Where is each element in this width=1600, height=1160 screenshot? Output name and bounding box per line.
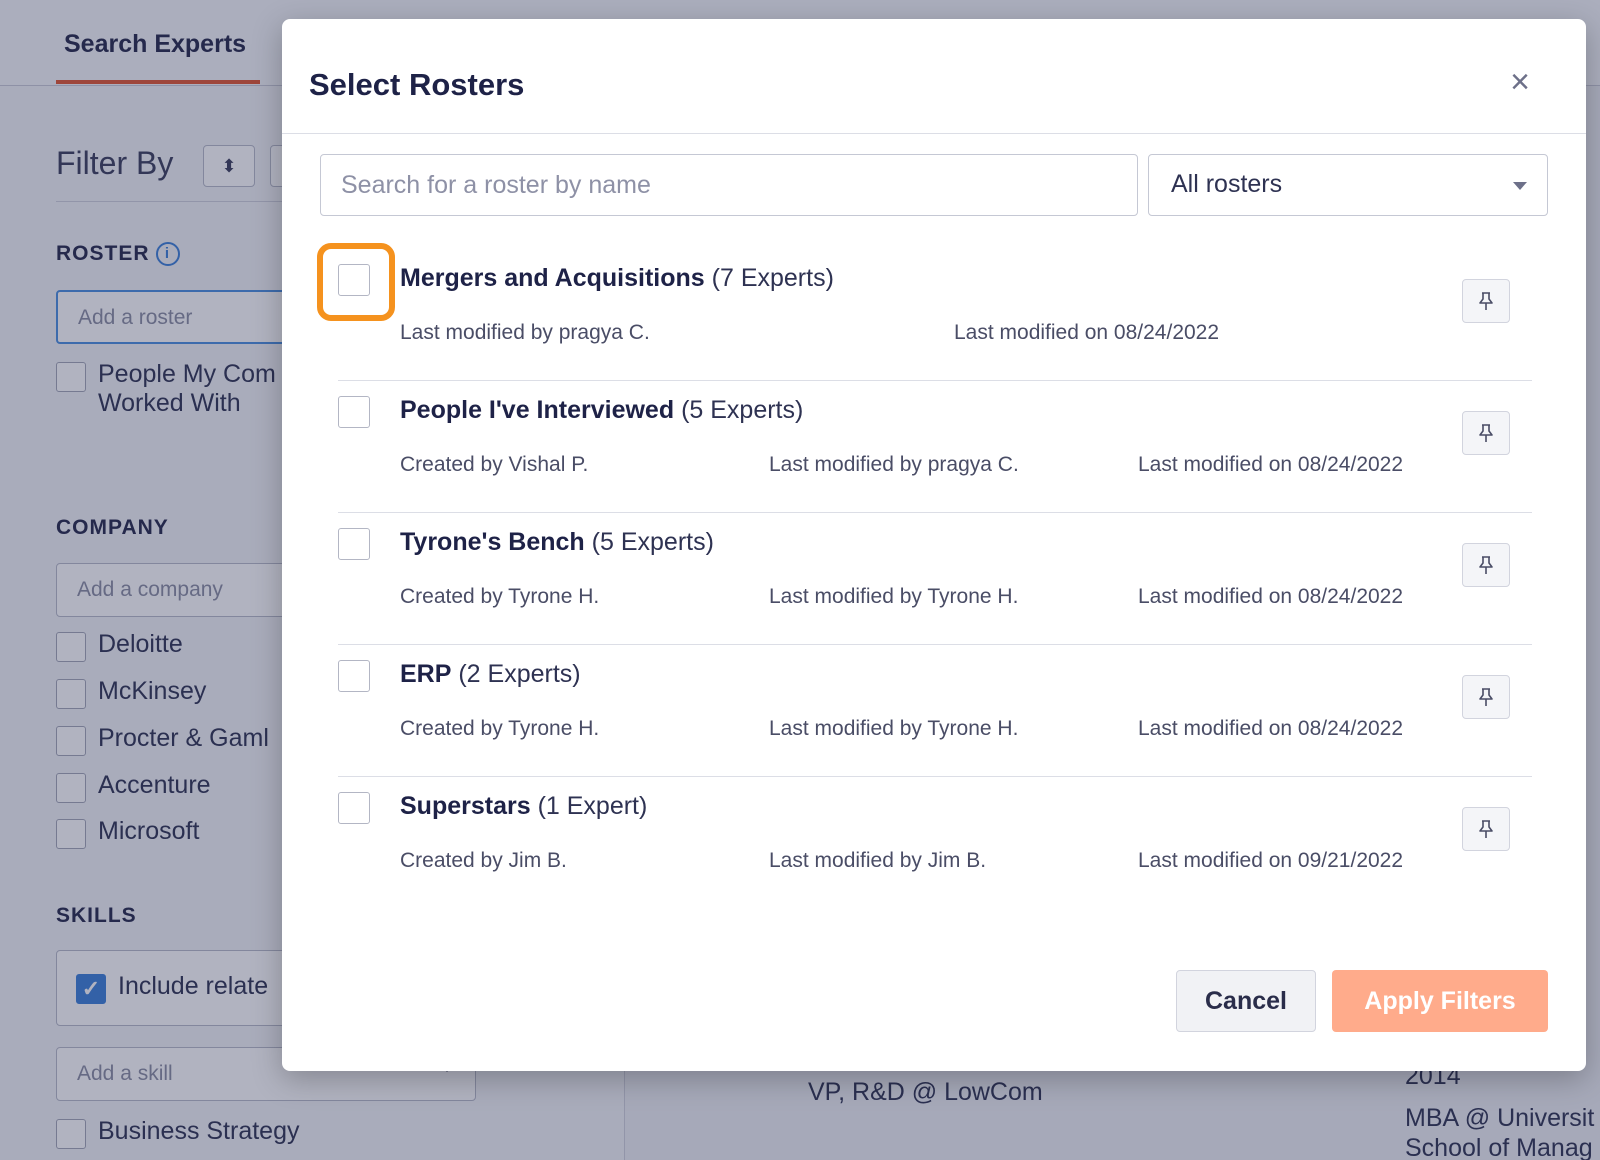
modal-header-divider [282,133,1586,134]
roster-search-input[interactable] [320,154,1138,216]
roster-name-text: Tyrone's Bench [400,528,585,556]
pin-button[interactable] [1462,279,1510,323]
roster-filter-value: All rosters [1171,170,1283,198]
pin-icon [1479,688,1493,706]
roster-count: (7 Experts) [711,264,834,292]
roster-last-modified-on: Last modified on 09/21/2022 [1138,849,1404,872]
select-rosters-modal: Select Rosters × All rosters Mergers and… [282,19,1586,1071]
roster-name: Mergers and Acquisitions (7 Experts) [400,264,834,293]
roster-last-modified-on: Last modified on 08/24/2022 [1138,717,1404,740]
roster-count: (5 Experts) [681,396,804,424]
pin-icon [1479,292,1493,310]
roster-filter-select[interactable]: All rosters [1148,154,1548,216]
close-icon[interactable]: × [1502,65,1538,101]
roster-name: ERP (2 Experts) [400,660,581,689]
apply-filters-button[interactable]: Apply Filters [1332,970,1548,1032]
roster-name-text: ERP [400,660,452,688]
roster-created-by: Created by Tyrone H. [400,717,600,740]
pin-button[interactable] [1462,675,1510,719]
roster-name: Tyrone's Bench (5 Experts) [400,528,714,557]
caret-down-icon [1513,182,1527,190]
roster-last-modified-on: Last modified on 08/24/2022 [1138,453,1404,476]
roster-last-modified-on: Last modified on 08/24/2022 [1138,585,1404,608]
pin-button[interactable] [1462,411,1510,455]
cancel-button[interactable]: Cancel [1176,970,1316,1032]
roster-last-modified-by: Last modified by Tyrone H. [769,585,1019,608]
roster-name-text: People I've Interviewed [400,396,675,424]
pin-button[interactable] [1462,543,1510,587]
roster-count: (1 Expert) [537,792,648,820]
roster-name: Superstars (1 Expert) [400,792,647,821]
pin-icon [1479,556,1493,574]
roster-count: (2 Experts) [458,660,581,688]
pin-icon [1479,424,1493,442]
roster-item: Mergers and Acquisitions (7 Experts) Las… [317,243,1532,381]
roster-last-modified-by: Last modified by pragya C. [400,321,650,344]
modal-title: Select Rosters [309,67,525,102]
roster-name: People I've Interviewed (5 Experts) [400,396,803,425]
roster-created-by: Created by Tyrone H. [400,585,600,608]
pin-icon [1479,820,1493,838]
roster-name-text: Mergers and Acquisitions [400,264,705,292]
roster-item: Superstars (1 Expert) Created by Jim B. … [338,777,1532,909]
roster-item: People I've Interviewed (5 Experts) Crea… [338,381,1532,513]
roster-checkbox[interactable] [338,528,370,560]
roster-count: (5 Experts) [591,528,714,556]
roster-checkbox[interactable] [338,660,370,692]
roster-checkbox[interactable] [338,396,370,428]
roster-checkbox[interactable] [338,264,370,296]
roster-last-modified-by: Last modified by Tyrone H. [769,717,1019,740]
roster-checkbox[interactable] [338,792,370,824]
roster-last-modified-by: Last modified by Jim B. [769,849,987,872]
pin-button[interactable] [1462,807,1510,851]
roster-created-by: Created by Vishal P. [400,453,589,476]
roster-last-modified-by: Last modified by pragya C. [769,453,1019,476]
roster-item: Tyrone's Bench (5 Experts) Created by Ty… [338,513,1532,645]
roster-item: ERP (2 Experts) Created by Tyrone H. Las… [338,645,1532,777]
roster-name-text: Superstars [400,792,531,820]
roster-last-modified-on: Last modified on 08/24/2022 [954,321,1220,344]
roster-created-by: Created by Jim B. [400,849,567,872]
